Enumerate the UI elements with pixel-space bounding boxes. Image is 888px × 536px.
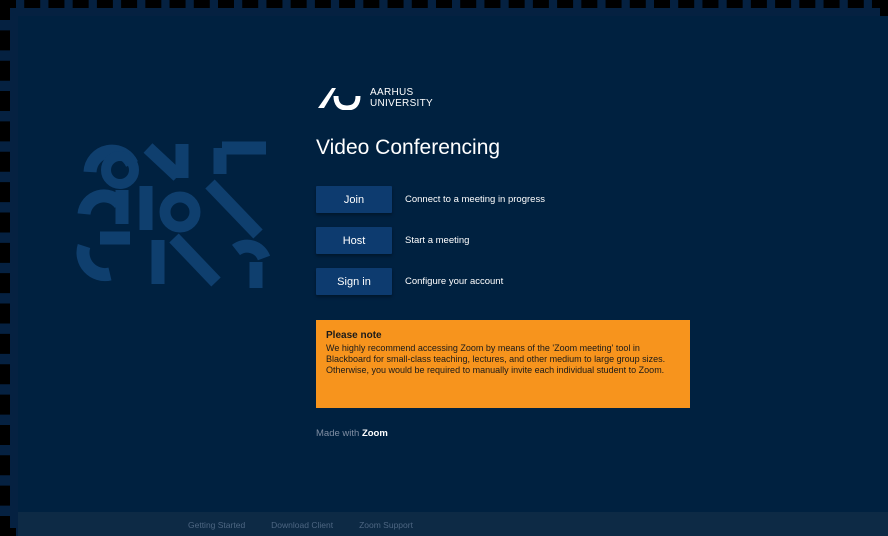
join-button[interactable]: Join bbox=[316, 186, 392, 213]
host-button[interactable]: Host bbox=[316, 227, 392, 254]
page-frame: AARHUS UNIVERSITY Video Conferencing Joi… bbox=[0, 0, 888, 536]
footer-link-getting-started[interactable]: Getting Started bbox=[188, 520, 245, 530]
note-body: We highly recommend accessing Zoom by me… bbox=[326, 343, 666, 375]
action-list: Join Connect to a meeting in progress Ho… bbox=[316, 186, 545, 309]
note-box: Please note We highly recommend accessin… bbox=[316, 320, 690, 408]
aarhus-logo-icon bbox=[318, 88, 361, 110]
page: AARHUS UNIVERSITY Video Conferencing Joi… bbox=[18, 16, 888, 536]
made-with-prefix: Made with bbox=[316, 428, 360, 439]
page-title: Video Conferencing bbox=[316, 136, 501, 159]
logo-line-2: UNIVERSITY bbox=[370, 98, 434, 109]
footer-link-download-client[interactable]: Download Client bbox=[271, 520, 333, 530]
sign-in-description: Configure your account bbox=[405, 276, 504, 287]
host-description: Start a meeting bbox=[405, 235, 470, 246]
join-row: Join Connect to a meeting in progress bbox=[316, 186, 545, 213]
note-title: Please note bbox=[326, 330, 382, 341]
host-row: Host Start a meeting bbox=[316, 227, 545, 254]
footer: Getting Started Download Client Zoom Sup… bbox=[18, 512, 888, 536]
made-with-text: Made with Zoom bbox=[316, 428, 388, 439]
join-description: Connect to a meeting in progress bbox=[405, 194, 545, 205]
sign-in-button[interactable]: Sign in bbox=[316, 268, 392, 295]
logo-text: AARHUS UNIVERSITY bbox=[370, 87, 433, 109]
made-with-brand: Zoom bbox=[361, 428, 388, 439]
logo-line-1: AARHUS bbox=[370, 87, 414, 98]
aarhus-university-logo: AARHUS UNIVERSITY bbox=[316, 86, 433, 110]
decorative-pattern bbox=[76, 141, 270, 288]
sign-in-row: Sign in Configure your account bbox=[316, 268, 545, 295]
footer-links: Getting Started Download Client Zoom Sup… bbox=[188, 520, 439, 530]
footer-link-zoom-support[interactable]: Zoom Support bbox=[359, 520, 413, 530]
